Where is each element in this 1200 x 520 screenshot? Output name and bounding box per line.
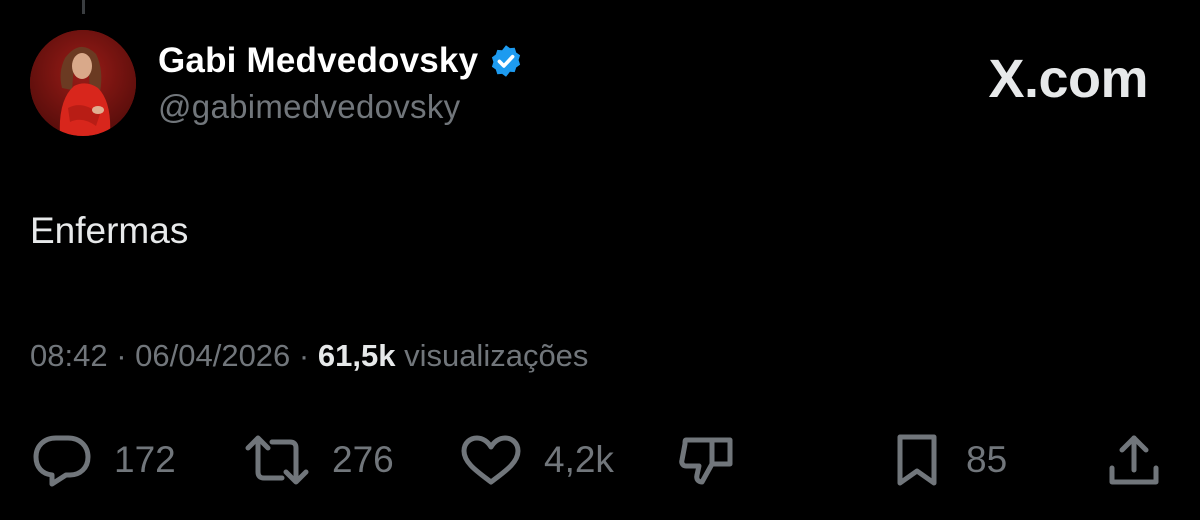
- like-count: 4,2k: [544, 439, 614, 480]
- thumbs-down-icon: [679, 437, 733, 485]
- bookmark-button[interactable]: 85: [888, 425, 1007, 495]
- repost-icon: [245, 435, 309, 485]
- dislike-button[interactable]: [676, 425, 738, 495]
- views-count: 61,5k: [317, 338, 396, 373]
- repost-button[interactable]: 276: [242, 425, 394, 495]
- verified-badge-icon: [492, 45, 521, 77]
- tweet-text: Enfermas: [30, 210, 189, 251]
- like-button[interactable]: 4,2k: [458, 425, 614, 495]
- tweet-date[interactable]: 06/04/2026: [135, 338, 290, 373]
- thread-connector-line: [82, 0, 85, 14]
- reply-icon: [33, 435, 91, 487]
- author-name-row[interactable]: Gabi Medvedovsky: [158, 38, 524, 84]
- tweet-action-bar: 172 276 4,2k 85: [0, 425, 1200, 495]
- tweet-time[interactable]: 08:42: [30, 338, 108, 373]
- share-icon: [1109, 435, 1159, 485]
- avatar[interactable]: [30, 30, 136, 136]
- reply-count: 172: [114, 439, 176, 480]
- views-label: visualizações: [404, 338, 589, 373]
- avatar-photo: [30, 30, 136, 136]
- reply-button[interactable]: 172: [30, 425, 176, 495]
- tweet-metadata: 08:42 · 06/04/2026 · 61,5k visualizações: [30, 338, 588, 374]
- bookmark-icon: [897, 434, 937, 486]
- bookmark-count: 85: [966, 439, 1008, 480]
- repost-count: 276: [332, 439, 394, 480]
- author-handle[interactable]: @gabimedvedovsky: [158, 88, 460, 126]
- x-com-watermark: X.com: [988, 49, 1148, 109]
- separator-dot: ·: [116, 338, 136, 373]
- separator-dot: ·: [298, 338, 318, 373]
- heart-icon: [461, 435, 521, 485]
- author-display-name[interactable]: Gabi Medvedovsky: [158, 41, 478, 81]
- share-button[interactable]: [1104, 425, 1164, 495]
